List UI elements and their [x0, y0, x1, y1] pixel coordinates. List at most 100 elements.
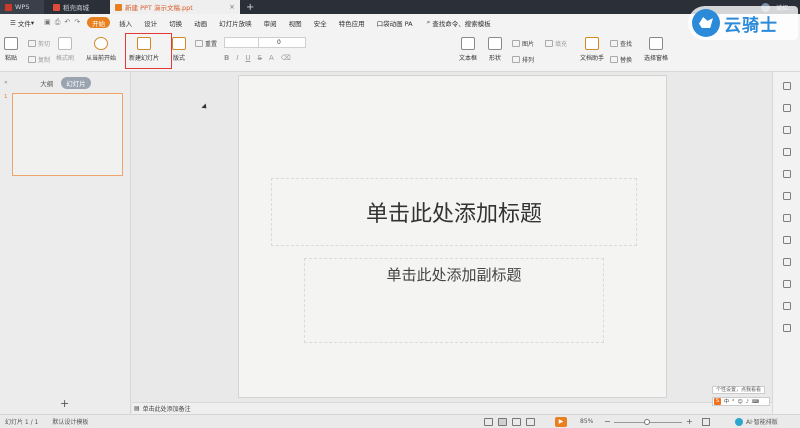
normal-view-icon[interactable] — [498, 418, 507, 426]
right-sidebar — [772, 72, 800, 414]
menu-home[interactable]: 开始 — [87, 17, 111, 28]
reset-icon — [195, 40, 203, 47]
picture-button[interactable]: 图片 — [512, 39, 534, 48]
bold-icon[interactable]: B — [224, 54, 229, 62]
zoom-in-button[interactable]: + — [686, 417, 693, 426]
zoom-slider-handle[interactable] — [644, 419, 650, 425]
scissors-icon — [28, 40, 36, 47]
menu-pocket-animation[interactable]: 口袋动画 PA — [371, 14, 419, 31]
tab-document[interactable]: 新建 PPT 演示文稿.ppt × — [110, 0, 240, 14]
notes-bar[interactable]: ▤ 单击此处添加备注 — [132, 402, 772, 414]
shape-button[interactable]: 形状 — [488, 37, 502, 62]
reset-button[interactable]: 重置 — [195, 39, 217, 48]
sidebar-icon-5[interactable] — [783, 170, 791, 178]
sidebar-icon-2[interactable] — [783, 104, 791, 112]
redo-icon[interactable]: ↷ — [74, 18, 80, 27]
fit-window-icon[interactable] — [702, 418, 710, 426]
copy-button[interactable]: 复制 — [28, 55, 50, 64]
sidebar-icon-11[interactable] — [783, 302, 791, 310]
title-bar: WPS 稻壳商城 新建 PPT 演示文稿.ppt × + 诚招… — [0, 0, 800, 14]
save-icon[interactable]: ▣ — [44, 18, 51, 27]
find-button[interactable]: 查找 — [610, 39, 632, 48]
arrange-button[interactable]: 排列 — [512, 55, 534, 64]
tab-outline[interactable]: 大纲 — [40, 78, 53, 88]
format-toolbar: B I U S A ⌫ — [224, 54, 291, 62]
sidebar-icon-7[interactable] — [783, 214, 791, 222]
arrange-label: 排列 — [522, 57, 535, 64]
tab-shop-label: 稻壳商城 — [63, 4, 89, 12]
format-painter-label: 格式刷 — [56, 55, 75, 62]
menu-view[interactable]: 视图 — [283, 14, 308, 31]
ime-mic-icon[interactable]: ♪ — [746, 399, 749, 405]
strikethrough-icon[interactable]: S — [258, 54, 262, 62]
menu-security[interactable]: 安全 — [308, 14, 333, 31]
sidebar-icon-6[interactable] — [783, 192, 791, 200]
sidebar-icon-4[interactable] — [783, 148, 791, 156]
menu-animation[interactable]: 动画 — [188, 14, 213, 31]
play-circle-icon — [94, 37, 108, 50]
ime-keyboard-icon[interactable]: ⌨ — [752, 399, 759, 405]
underline-icon[interactable]: U — [245, 54, 250, 62]
sorter-view-icon[interactable] — [512, 418, 521, 426]
doc-assistant-button[interactable]: 文档助手 — [580, 37, 604, 62]
font-color-icon[interactable]: A — [269, 54, 274, 62]
title-placeholder[interactable]: 单击此处添加标题 — [271, 178, 637, 246]
design-template[interactable]: 默认设计模板 — [52, 417, 88, 426]
zoom-level[interactable]: 85% — [580, 418, 593, 425]
zoom-out-button[interactable]: − — [604, 417, 611, 426]
menu-design[interactable]: 设计 — [138, 14, 163, 31]
ime-toolbar[interactable]: S 中 ° ☺ ♪ ⌨ — [712, 397, 770, 406]
notes-placeholder[interactable]: 单击此处添加备注 — [143, 404, 191, 413]
slide-thumbnail[interactable] — [12, 93, 123, 176]
from-current-label: 从当前开始 — [86, 55, 117, 62]
undo-icon[interactable]: ↶ — [64, 18, 70, 27]
fill-button[interactable]: 填充 — [545, 39, 567, 48]
panel-tabs: 大纲 幻灯片 — [0, 77, 131, 89]
sidebar-icon-9[interactable] — [783, 258, 791, 266]
play-slideshow-button[interactable]: ▶ — [555, 417, 567, 427]
sidebar-icon-10[interactable] — [783, 280, 791, 288]
menu-special[interactable]: 特色应用 — [333, 14, 371, 31]
notes-view-icon[interactable] — [484, 418, 493, 426]
menu-slideshow[interactable]: 幻灯片放映 — [213, 14, 258, 31]
tab-wps[interactable]: WPS — [0, 0, 44, 14]
ime-punct-icon[interactable]: ° — [732, 399, 735, 405]
add-slide-button[interactable]: + — [60, 397, 69, 410]
print-icon[interactable]: ⎙ — [55, 18, 61, 27]
menu-insert[interactable]: 插入 — [113, 14, 138, 31]
command-search[interactable]: ⌕ 查找命令、搜索模板 — [419, 18, 491, 28]
sidebar-icon-12[interactable] — [783, 324, 791, 332]
select-pane-button[interactable]: 选择窗格 — [644, 37, 668, 62]
font-size-input[interactable]: 0 — [258, 37, 306, 48]
from-current-button[interactable]: 从当前开始 — [86, 37, 116, 62]
slide-thumbnail-number: 1 — [4, 94, 8, 100]
paste-button[interactable]: 粘贴 — [4, 37, 18, 62]
new-tab-button[interactable]: + — [246, 2, 254, 13]
slide-canvas[interactable]: 单击此处添加标题 单击此处添加副标题 — [238, 75, 667, 398]
tab-docer-shop[interactable]: 稻壳商城 — [48, 0, 106, 14]
sidebar-icon-1[interactable] — [783, 82, 791, 90]
reading-view-icon[interactable] — [526, 418, 535, 426]
replace-button[interactable]: 替换 — [610, 55, 632, 64]
close-tab-icon[interactable]: × — [229, 3, 235, 11]
doc-assistant-icon — [585, 37, 599, 50]
clear-format-icon[interactable]: ⌫ — [281, 54, 291, 62]
ime-emoji-icon[interactable]: ☺ — [738, 399, 743, 405]
format-painter-button[interactable]: 格式刷 — [56, 37, 74, 62]
sidebar-icon-8[interactable] — [783, 236, 791, 244]
tab-slides[interactable]: 幻灯片 — [61, 77, 91, 89]
layout-button[interactable]: 版式 — [172, 37, 186, 62]
ai-layout-button[interactable]: AI·智能排版 — [735, 417, 778, 426]
italic-icon[interactable]: I — [236, 54, 238, 62]
subtitle-placeholder[interactable]: 单击此处添加副标题 — [304, 258, 604, 343]
menu-file[interactable]: ☰ 文件 ▾ — [4, 14, 40, 31]
sidebar-icon-3[interactable] — [783, 126, 791, 134]
menu-transition[interactable]: 切换 — [163, 14, 188, 31]
slide-editor: 单击此处添加标题 单击此处添加副标题 — [132, 72, 772, 402]
cut-button[interactable]: 剪切 — [28, 39, 50, 48]
menu-review[interactable]: 审阅 — [258, 14, 283, 31]
textbox-button[interactable]: 文本框 — [459, 37, 477, 62]
sogou-icon[interactable]: S — [714, 398, 721, 405]
ime-mode-icon[interactable]: 中 — [724, 398, 729, 405]
layout-label: 版式 — [172, 55, 185, 62]
